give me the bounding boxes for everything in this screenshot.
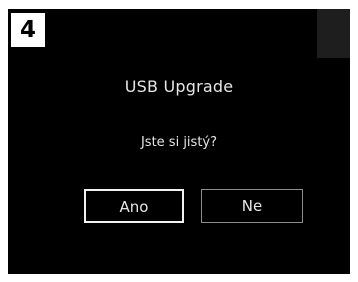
confirmation-question: Jste si jistý? — [140, 135, 218, 150]
step-number-badge: 4 — [11, 13, 45, 47]
dialog-title: USB Upgrade — [124, 77, 234, 96]
yes-button[interactable]: Ano — [84, 189, 184, 223]
corner-block — [317, 9, 350, 58]
no-button[interactable]: Ne — [201, 189, 303, 223]
tv-screen: 4 USB Upgrade Jste si jistý? Ano Ne — [8, 9, 350, 274]
